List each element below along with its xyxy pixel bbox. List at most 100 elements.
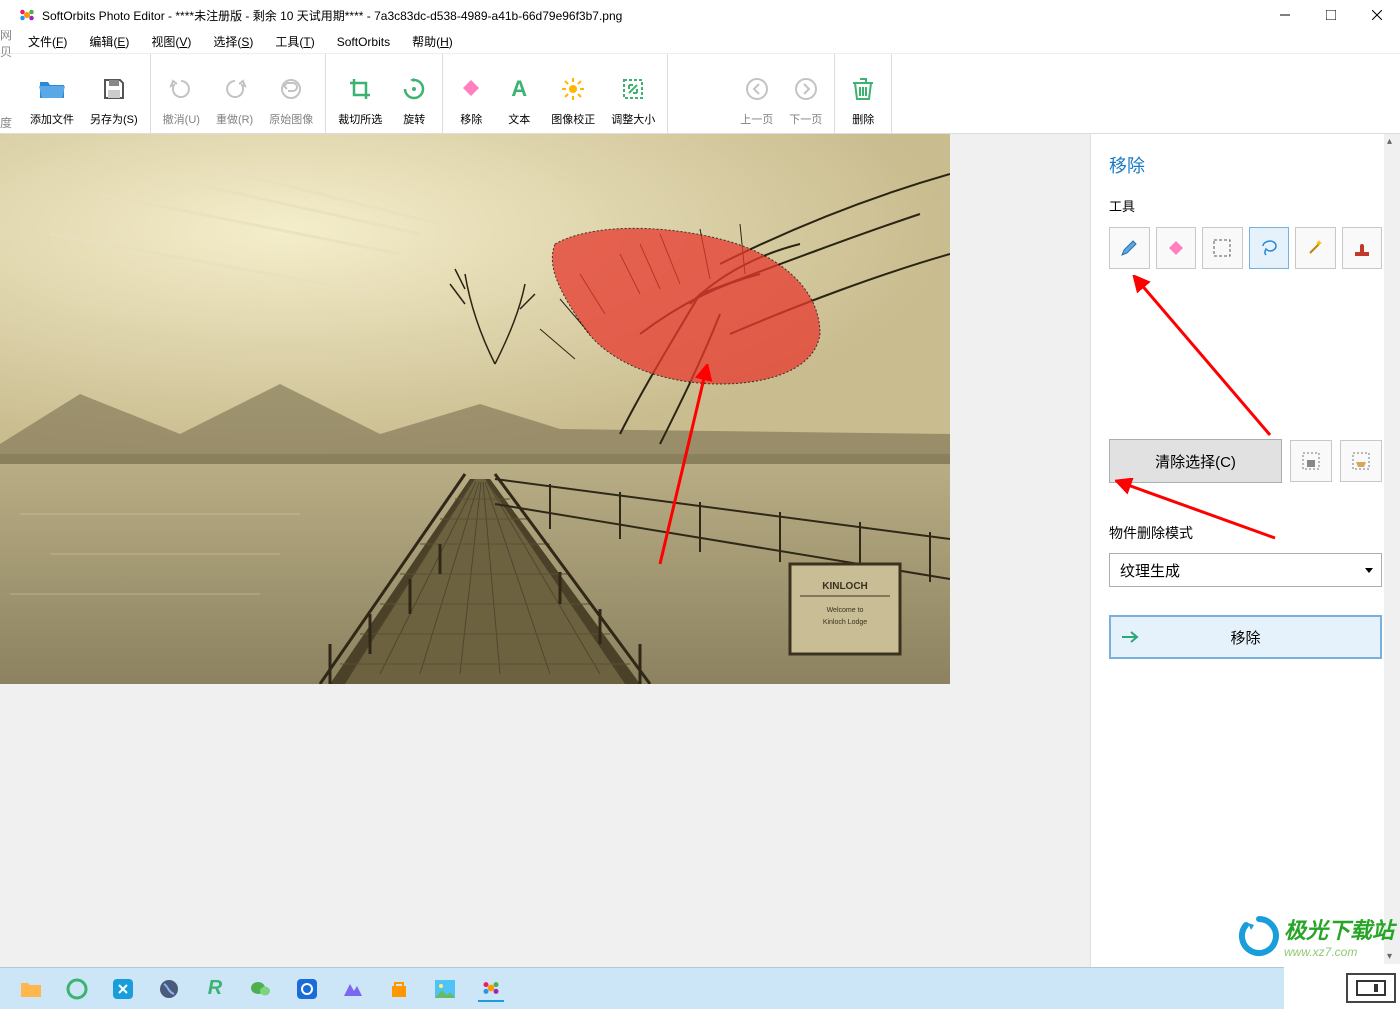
redo-button[interactable]: 重做(R): [208, 54, 261, 133]
r-icon: R: [208, 977, 222, 1000]
watermark: 极光下载站 www.xz7.com: [1238, 913, 1394, 959]
prev-icon: [741, 73, 773, 105]
mode-label: 物件删除模式: [1109, 523, 1382, 543]
crop-icon: [344, 73, 376, 105]
svg-text:Welcome to: Welcome to: [827, 607, 864, 614]
save-mask-icon: [1302, 452, 1320, 470]
redo-icon: [219, 73, 251, 105]
next-button[interactable]: 下一页: [781, 54, 830, 133]
task-wechat[interactable]: [248, 976, 274, 1002]
photo-icon: [435, 980, 455, 998]
add-files-button[interactable]: 添加文件: [22, 54, 82, 133]
pencil-tool[interactable]: [1109, 227, 1150, 269]
maximize-button[interactable]: [1308, 0, 1354, 30]
mode-dropdown[interactable]: 纹理生成: [1109, 553, 1382, 587]
menu-tools[interactable]: 工具(T): [265, 29, 324, 54]
menubar: 文件(F) 编辑(E) 视图(V) 选择(S) 工具(T) SoftOrbits…: [0, 30, 1400, 54]
menu-view[interactable]: 视图(V): [141, 29, 201, 54]
eraser-icon: [455, 73, 487, 105]
task-explorer[interactable]: [18, 976, 44, 1002]
chevron-down-icon: [1365, 568, 1373, 574]
task-app4[interactable]: [294, 976, 320, 1002]
taskbar: R: [0, 967, 1284, 1009]
crop-button[interactable]: 裁切所选: [330, 54, 390, 133]
text-icon: A: [503, 73, 535, 105]
watermark-logo-icon: [1238, 915, 1280, 957]
original-button[interactable]: 原始图像: [261, 54, 321, 133]
task-app5[interactable]: [340, 976, 366, 1002]
next-icon: [790, 73, 822, 105]
eraser-tool[interactable]: [1156, 227, 1197, 269]
svg-text:Kinloch Lodge: Kinloch Lodge: [823, 619, 867, 626]
task-photos[interactable]: [432, 976, 458, 1002]
task-softorbits[interactable]: [478, 976, 504, 1002]
brightness-icon: [557, 73, 589, 105]
text-button[interactable]: A 文本: [495, 54, 543, 133]
menu-edit[interactable]: 编辑(E): [79, 29, 139, 54]
wechat-icon: [250, 979, 272, 999]
scrollbar[interactable]: ▴ ▾: [1384, 134, 1400, 964]
menu-softorbits[interactable]: SoftOrbits: [327, 31, 400, 53]
image-canvas[interactable]: KINLOCH Welcome to Kinloch Lodge: [0, 134, 950, 684]
lasso-tool[interactable]: [1249, 227, 1290, 269]
remove-action-button[interactable]: 移除: [1109, 615, 1382, 659]
pencil-icon: [1119, 238, 1139, 258]
resize-button[interactable]: 调整大小: [603, 54, 663, 133]
folder-icon: [20, 980, 42, 998]
stamp-icon: [1352, 238, 1372, 258]
load-mask-button[interactable]: [1340, 440, 1382, 482]
eraser-icon: [1166, 240, 1186, 256]
close-button[interactable]: [1354, 0, 1400, 30]
task-app2[interactable]: [156, 976, 182, 1002]
right-panel: 移除 工具 清除选择(C) 物件删除模式 纹理生成 移除: [1090, 134, 1400, 968]
task-store[interactable]: [386, 976, 412, 1002]
lasso-icon: [1259, 238, 1279, 258]
magic-wand-tool[interactable]: [1295, 227, 1336, 269]
square-icon: [297, 979, 317, 999]
panel-title: 移除: [1109, 152, 1382, 178]
save-mask-button[interactable]: [1290, 440, 1332, 482]
minimize-button[interactable]: [1262, 0, 1308, 30]
titlebar: SoftOrbits Photo Editor - ****未注册版 - 剩余 …: [0, 0, 1400, 30]
correction-button[interactable]: 图像校正: [543, 54, 603, 133]
toolbar: 添加文件 另存为(S) 撤消(U) 重做(R) 原始图像 裁切所选 旋转: [0, 54, 1400, 134]
tray-icon: [1356, 980, 1386, 996]
menu-help[interactable]: 帮助(H): [402, 29, 463, 54]
undo-button[interactable]: 撤消(U): [155, 54, 208, 133]
rotate-button[interactable]: 旋转: [390, 54, 438, 133]
menu-file[interactable]: 文件(F): [18, 29, 77, 54]
task-edge[interactable]: [64, 976, 90, 1002]
task-app1[interactable]: [110, 976, 136, 1002]
arrow-right-icon: [1121, 630, 1141, 644]
clear-selection-button[interactable]: 清除选择(C): [1109, 439, 1282, 483]
original-icon: [275, 73, 307, 105]
save-icon: [98, 73, 130, 105]
trash-icon: [847, 73, 879, 105]
main-area: KINLOCH Welcome to Kinloch Lodge: [0, 134, 1400, 968]
menu-select[interactable]: 选择(S): [203, 29, 263, 54]
save-as-button[interactable]: 另存为(S): [82, 54, 146, 133]
wand-icon: [1305, 238, 1325, 258]
canvas-area[interactable]: KINLOCH Welcome to Kinloch Lodge: [0, 134, 1090, 968]
tools-label: 工具: [1109, 196, 1382, 215]
marquee-tool[interactable]: [1202, 227, 1243, 269]
undo-icon: [165, 73, 197, 105]
task-app3[interactable]: R: [202, 976, 228, 1002]
resize-icon: [617, 73, 649, 105]
app-icon: [113, 979, 133, 999]
window-title: SoftOrbits Photo Editor - ****未注册版 - 剩余 …: [42, 7, 622, 24]
load-mask-icon: [1352, 452, 1370, 470]
remove-button[interactable]: 移除: [447, 54, 495, 133]
svg-text:KINLOCH: KINLOCH: [822, 581, 868, 592]
tray-indicator[interactable]: [1346, 973, 1396, 1003]
rotate-icon: [398, 73, 430, 105]
delete-button[interactable]: 删除: [839, 54, 887, 133]
prev-button[interactable]: 上一页: [732, 54, 781, 133]
marquee-icon: [1213, 239, 1231, 257]
browser-icon: [158, 978, 180, 1000]
stamp-tool[interactable]: [1342, 227, 1383, 269]
mountain-icon: [342, 980, 364, 998]
store-icon: [389, 979, 409, 999]
edge-icon: [66, 978, 88, 1000]
scroll-up-icon[interactable]: ▴: [1387, 136, 1392, 147]
